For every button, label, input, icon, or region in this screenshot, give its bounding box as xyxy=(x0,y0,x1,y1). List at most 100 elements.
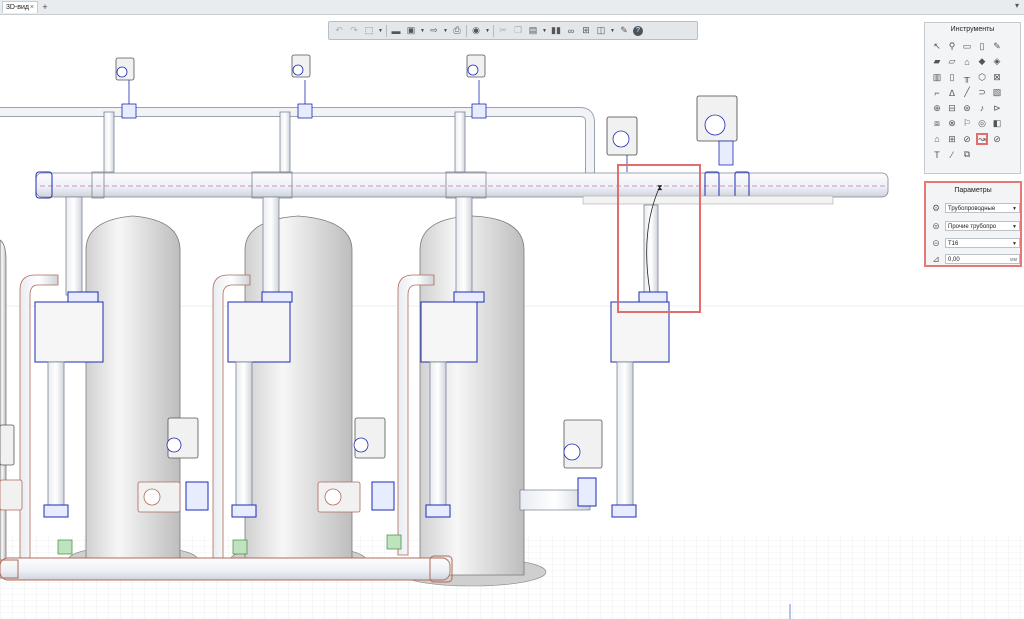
columns-icon[interactable]: ▮▮ xyxy=(550,25,562,37)
right-actuators[interactable] xyxy=(606,95,738,172)
boiler-icon[interactable]: ⌂ xyxy=(931,133,943,145)
curtain-icon[interactable]: ⊟ xyxy=(946,102,958,114)
heater-icon[interactable]: ⊞ xyxy=(946,133,958,145)
column-icon[interactable]: ⌐ xyxy=(931,87,943,99)
blank-icon xyxy=(1006,102,1018,114)
slab-icon[interactable]: ▱ xyxy=(946,56,958,68)
system-select[interactable]: Трубопроводные ▼ xyxy=(945,203,1020,213)
dimension-icon[interactable]: ⊘ xyxy=(991,133,1003,145)
stamp-icon[interactable]: ⊗ xyxy=(946,118,958,130)
layers-icon[interactable]: ◫ xyxy=(595,25,607,37)
railing-icon[interactable]: ╱ xyxy=(961,87,973,99)
chevron-down-icon[interactable]: ▼ xyxy=(420,25,425,37)
camera-icon[interactable]: ⚐ xyxy=(961,118,973,130)
chevron-down-icon: ▼ xyxy=(1012,206,1017,212)
chevron-down-icon[interactable]: ▼ xyxy=(542,25,547,37)
close-icon[interactable]: × xyxy=(30,2,34,14)
tree-icon[interactable]: ⊞ xyxy=(580,25,592,37)
tank-edge xyxy=(0,239,7,561)
size-select[interactable]: Т16 ▼ xyxy=(945,238,1020,248)
offset-input[interactable]: 0,00 мм xyxy=(945,254,1020,264)
redo-icon[interactable]: ↷ xyxy=(348,25,360,37)
add-tab-button[interactable]: + xyxy=(40,2,50,12)
duct-icon[interactable]: ⊃ xyxy=(976,87,988,99)
wall-icon[interactable]: ▰ xyxy=(931,56,943,68)
cut-icon[interactable]: ✂ xyxy=(497,25,509,37)
select-tool-icon[interactable]: ⬚ xyxy=(363,25,375,37)
ceiling-icon[interactable]: ⊕ xyxy=(931,102,943,114)
lamp-icon[interactable]: ⊠ xyxy=(991,71,1003,83)
chevron-down-icon[interactable]: ▼ xyxy=(378,25,383,37)
main-header-pipe[interactable] xyxy=(35,171,889,199)
print-icon[interactable]: ⎙ xyxy=(451,25,463,37)
chevron-down-icon[interactable]: ▼ xyxy=(610,25,615,37)
beam-icon[interactable]: ╥ xyxy=(961,71,973,83)
offset-unit: мм xyxy=(1010,257,1017,263)
door-icon[interactable]: ▯ xyxy=(976,40,988,52)
wrench-icon[interactable]: ✎ xyxy=(618,25,630,37)
text-icon[interactable]: T xyxy=(931,149,943,161)
tab-3d-view[interactable]: 3D-вид × xyxy=(2,1,38,13)
system-value: Трубопроводные xyxy=(948,206,996,212)
svg-text:⧗: ⧗ xyxy=(657,183,663,192)
rectangle-icon[interactable]: ▭ xyxy=(961,40,973,52)
blank-icon xyxy=(1006,40,1018,52)
offset-icon: ⊿ xyxy=(932,253,940,264)
cabinet-icon[interactable]: ◧ xyxy=(991,118,1003,130)
chevron-down-icon[interactable]: ▾ xyxy=(1015,1,1019,10)
mirror-icon[interactable]: ⧉ xyxy=(961,149,973,161)
shell-icon[interactable]: ◆ xyxy=(976,56,988,68)
pointer-icon[interactable]: ↖ xyxy=(931,40,943,52)
pipe-route-icon[interactable]: ↝ xyxy=(976,133,988,145)
tools-grid: ↖ ⚲ ▭ ▯ ✎ ▰ ▱ ⌂ ◆ ◈ ▥ ▯ ╥ ⬡ ⊠ ⌐ ∆ ╱ ⊃ ▧ … xyxy=(931,40,1019,164)
valve-icon[interactable]: ⊘ xyxy=(961,133,973,145)
fan-icon[interactable]: ▧ xyxy=(991,87,1003,99)
panel-icon[interactable]: ⬡ xyxy=(976,71,988,83)
export-icon[interactable]: ⇨ xyxy=(428,25,440,37)
top-actuators[interactable] xyxy=(115,54,486,81)
pipe-icon[interactable]: ∆ xyxy=(946,87,958,99)
offset-row: ⊿ 0,00 мм xyxy=(930,253,1020,265)
undo-icon[interactable]: ↶ xyxy=(333,25,345,37)
help-icon[interactable]: ? xyxy=(633,25,643,36)
blank-icon xyxy=(1006,133,1018,145)
link-icon[interactable]: ∞ xyxy=(565,25,577,37)
stairs-icon[interactable]: ◈ xyxy=(991,56,1003,68)
cube-icon[interactable]: ⧈ xyxy=(931,118,943,130)
top-pipe[interactable] xyxy=(0,107,595,175)
copy-icon[interactable]: ❐ xyxy=(512,25,524,37)
box-icon[interactable]: ⊳ xyxy=(991,102,1003,114)
tank-1[interactable] xyxy=(67,215,199,575)
chevron-down-icon[interactable]: ▼ xyxy=(443,25,448,37)
pipe-system-icon: ⚙ xyxy=(931,202,941,213)
blank-icon xyxy=(1006,87,1018,99)
3d-viewport[interactable]: ⧗ xyxy=(0,15,1024,619)
model-icon[interactable]: ▬ xyxy=(390,25,402,37)
chevron-down-icon: ▼ xyxy=(1012,224,1017,230)
type-row: ⊜ Прочие трубопро ▼ xyxy=(930,220,1020,232)
blank-icon xyxy=(1006,56,1018,68)
orbit-icon[interactable]: ⚲ xyxy=(946,40,958,52)
brush-icon[interactable]: ⁄ xyxy=(946,149,958,161)
roof-icon[interactable]: ⌂ xyxy=(961,56,973,68)
bottom-pipe[interactable] xyxy=(0,555,453,583)
params-panel-title: Параметры xyxy=(954,187,992,194)
main-toolbar: ↶ ↷ ⬚ ▼ ▬ ▣ ▼ ⇨ ▼ ⎙ ◉ ▼ ✂ ❐ ▤ ▼ ▮▮ ∞ ⊞ ◫ ▼ ✎ ? xyxy=(328,21,698,40)
pipe-type-icon: ⊜ xyxy=(932,220,940,231)
window-icon[interactable]: ▥ xyxy=(931,71,943,83)
mesh-icon[interactable]: ⊛ xyxy=(961,102,973,114)
toolbar-divider xyxy=(386,24,387,37)
paste-icon[interactable]: ▤ xyxy=(527,25,539,37)
arch-icon[interactable]: ◎ xyxy=(976,118,988,130)
pen-icon[interactable]: ✎ xyxy=(991,40,1003,52)
size-row: ⊝ Т16 ▼ xyxy=(930,237,1020,249)
view-3d-icon[interactable]: ◉ xyxy=(470,25,482,37)
params-panel: Параметры ⚙ Трубопроводные ▼ ⊜ Прочие тру… xyxy=(924,181,1022,267)
pipe-fitting-icon[interactable]: ♪ xyxy=(976,102,988,114)
type-value: Прочие трубопро xyxy=(948,224,997,230)
chevron-down-icon[interactable]: ▼ xyxy=(485,25,490,37)
type-select[interactable]: Прочие трубопро ▼ xyxy=(945,221,1020,231)
save-icon[interactable]: ▣ xyxy=(405,25,417,37)
sink-icon[interactable]: ▯ xyxy=(946,71,958,83)
tab-bar: 3D-вид × + ▾ xyxy=(0,0,1024,15)
